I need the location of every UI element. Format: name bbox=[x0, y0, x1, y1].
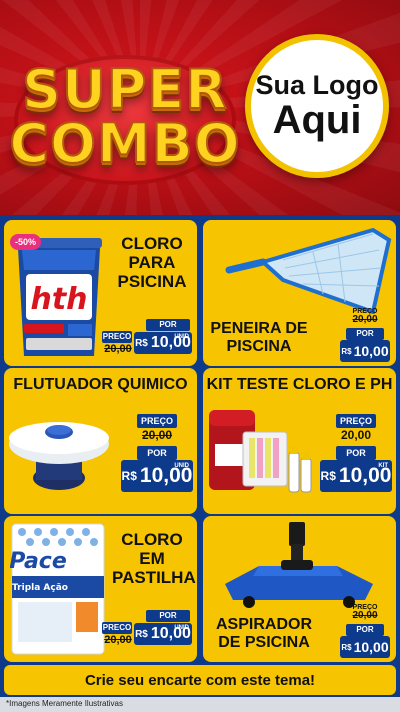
logo-placeholder[interactable]: Sua Logo Aqui bbox=[245, 34, 389, 178]
por-label: POR bbox=[336, 446, 376, 460]
header-banner: SUPER COMBO Sua Logo Aqui bbox=[0, 0, 400, 215]
currency: R$ bbox=[135, 337, 148, 349]
svg-text:hth: hth bbox=[30, 282, 87, 317]
chemical-floater-icon bbox=[9, 422, 109, 490]
pool-vacuum-icon bbox=[225, 522, 373, 608]
product-card-kit-teste[interactable]: KIT TESTE CLORO E PH PREÇO 20,00 POR R$ … bbox=[203, 368, 396, 514]
price-tag: POR PRECO 20,00 R$ 10,00 UNID bbox=[102, 319, 192, 363]
was-label: PREÇO bbox=[336, 414, 376, 428]
test-kit-icon bbox=[209, 410, 312, 493]
product-title: ASPIRADOR DE PSICINA bbox=[215, 616, 312, 651]
currency: R$ bbox=[121, 469, 137, 483]
price-tag: PREÇO 20,00 POR R$ 10,00 UNID bbox=[121, 414, 193, 494]
svg-text:Tripla Ação: Tripla Ação bbox=[12, 583, 68, 593]
product-title: CLORO EM PASTILHA bbox=[112, 530, 196, 588]
unit-label: KIT bbox=[378, 463, 388, 469]
title-combo: COMBO bbox=[8, 111, 241, 176]
logo-line1: Sua Logo bbox=[255, 69, 379, 100]
disclaimer: *Imagens Meramente Ilustrativas bbox=[6, 699, 123, 708]
price-tag: PREÇO 20,00 POR R$ 10,00 KIT bbox=[320, 414, 392, 494]
price-tag: PREÇO 20,00 POR R$ 10,00 bbox=[340, 602, 390, 658]
was-label: PRECO bbox=[102, 622, 132, 634]
now-price-box: R$ 10,00 UNID bbox=[121, 460, 193, 492]
now-price-box: R$ 10,00 bbox=[340, 340, 390, 362]
product-card-peneira[interactable]: PENEIRA DE PISCINA PREÇO 20,00 POR R$ 10… bbox=[203, 220, 396, 366]
product-title: KIT TESTE CLORO E PH bbox=[206, 376, 393, 393]
was-price: 20,00 bbox=[141, 428, 173, 442]
was-price: 20,00 bbox=[352, 610, 378, 621]
product-card-cloro[interactable]: -50% hth CLORO PARA PSICINA POR PRECO 20… bbox=[4, 220, 197, 366]
was-price: 20,00 bbox=[352, 314, 378, 325]
now-price: 10,00 bbox=[353, 343, 389, 359]
now-price: 10,00 bbox=[353, 639, 389, 655]
unit-label: UNID bbox=[174, 334, 189, 340]
currency: R$ bbox=[320, 469, 336, 483]
por-label: POR bbox=[137, 446, 177, 460]
product-title: FLUTUADOR QUIMICO bbox=[13, 376, 188, 393]
price-tag: PREÇO 20,00 POR R$ 10,00 bbox=[340, 306, 390, 362]
por-label: POR bbox=[346, 328, 384, 340]
now-price-box: R$ 10,00 KIT bbox=[320, 460, 392, 492]
por-label: POR bbox=[146, 319, 190, 331]
flyer: SUPER COMBO Sua Logo Aqui -50% hth CLORO… bbox=[0, 0, 400, 712]
logo-line2: Aqui bbox=[272, 98, 362, 143]
currency: R$ bbox=[341, 642, 352, 652]
por-label: POR bbox=[346, 624, 384, 636]
unit-label: UNID bbox=[174, 463, 189, 469]
product-title: PENEIRA DE PISCINA bbox=[210, 320, 308, 355]
was-price: 20,00 bbox=[104, 634, 132, 646]
por-label: POR bbox=[146, 610, 190, 622]
product-card-aspirador[interactable]: ASPIRADOR DE PSICINA PREÇO 20,00 POR R$ … bbox=[203, 516, 396, 662]
now-price-box: R$ 10,00 UNID bbox=[134, 623, 192, 645]
unit-label: UNID bbox=[174, 625, 189, 631]
svg-text:Pace: Pace bbox=[10, 549, 67, 574]
cta-banner[interactable]: Crie seu encarte com este tema! bbox=[4, 665, 396, 695]
was-label: PRECO bbox=[102, 331, 132, 343]
discount-badge: -50% bbox=[10, 234, 42, 250]
currency: R$ bbox=[341, 346, 352, 356]
currency: R$ bbox=[135, 628, 148, 640]
chlorine-tablets-bag-icon: Pace Tripla Ação bbox=[10, 523, 105, 655]
now-price-box: R$ 10,00 bbox=[340, 636, 390, 658]
price-tag: POR PRECO 20,00 R$ 10,00 UNID bbox=[102, 610, 192, 654]
now-price-box: R$ 10,00 UNID bbox=[134, 332, 192, 354]
product-card-pastilha[interactable]: Pace Tripla Ação CLORO EM PASTILHA POR P… bbox=[4, 516, 197, 662]
skimmer-net-icon bbox=[225, 227, 392, 314]
was-price: 20,00 bbox=[340, 428, 372, 442]
was-label: PREÇO bbox=[137, 414, 177, 428]
product-title: CLORO PARA PSICINA bbox=[117, 234, 187, 292]
product-card-flutuador[interactable]: FLUTUADOR QUIMICO PREÇO 20,00 POR R$ 10,… bbox=[4, 368, 197, 514]
was-price: 20,00 bbox=[104, 343, 132, 355]
